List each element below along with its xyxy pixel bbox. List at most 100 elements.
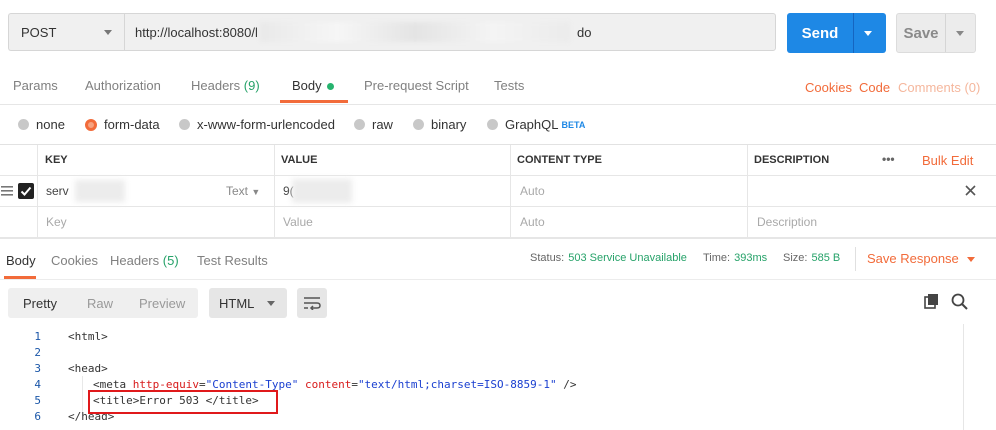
- tab-body[interactable]: Body: [292, 78, 334, 93]
- radio-graphql[interactable]: GraphQL BETA: [487, 117, 585, 132]
- radio-form-data[interactable]: form-data: [85, 117, 160, 132]
- send-options-chevron-icon[interactable]: [864, 30, 872, 36]
- chevron-down-icon: [104, 30, 112, 35]
- send-button[interactable]: Send: [787, 13, 886, 53]
- chevron-down-icon: [966, 257, 975, 263]
- line-number: 3: [34, 362, 41, 375]
- method-label: POST: [21, 24, 57, 40]
- view-pretty-button[interactable]: Pretty: [23, 296, 57, 311]
- status-value: 503 Service Unavailable: [568, 252, 687, 264]
- tab-headers[interactable]: Headers (9): [191, 78, 260, 93]
- tab-authorization[interactable]: Authorization: [85, 78, 161, 93]
- tab-body-label: Body: [292, 78, 322, 93]
- view-mode-segmented-control: Pretty Raw Preview: [8, 288, 198, 318]
- send-label: Send: [801, 24, 839, 42]
- row-content-type[interactable]: Auto: [520, 184, 545, 198]
- format-label: HTML: [219, 296, 255, 311]
- line-number: 6: [34, 410, 41, 423]
- response-body-code[interactable]: 1 <html> 2 3 <head> 4 <meta http-equiv="…: [0, 324, 996, 430]
- radio-binary[interactable]: binary: [413, 117, 466, 132]
- chevron-down-icon: ▼: [251, 187, 261, 197]
- code-line: <html>: [68, 330, 108, 343]
- response-tab-headers-count: (5): [162, 253, 179, 268]
- copy-icon[interactable]: [922, 292, 942, 312]
- body-indicator-dot-icon: [326, 83, 334, 91]
- response-tab-test-results[interactable]: Test Results: [197, 253, 268, 268]
- column-header-description: DESCRIPTION: [754, 154, 830, 166]
- comments-link[interactable]: Comments (0): [898, 80, 980, 95]
- radio-circle-icon: [179, 119, 190, 130]
- highlight-annotation-box: [88, 390, 278, 414]
- new-content-type-input[interactable]: Auto: [520, 215, 545, 229]
- radio-circle-icon: [413, 119, 424, 130]
- radio-urlencoded[interactable]: x-www-form-urlencoded: [179, 117, 335, 132]
- code-scrollbar[interactable]: [963, 324, 964, 430]
- format-select[interactable]: HTML: [209, 288, 287, 318]
- size-label: Size:: [783, 252, 808, 264]
- search-icon[interactable]: [950, 292, 970, 312]
- line-number: 2: [34, 346, 41, 359]
- drag-handle-icon[interactable]: [1, 186, 13, 196]
- delete-row-icon[interactable]: [965, 185, 976, 196]
- save-options-chevron-icon[interactable]: [956, 30, 964, 36]
- beta-badge: BETA: [561, 119, 586, 130]
- time-label: Time:: [703, 252, 731, 264]
- url-suffix: do: [577, 25, 592, 40]
- row-type-select[interactable]: Text ▼: [226, 184, 260, 198]
- line-number: 5: [34, 394, 41, 407]
- view-raw-button[interactable]: Raw: [87, 296, 113, 311]
- send-divider: [853, 13, 854, 53]
- wrap-lines-button[interactable]: [297, 288, 327, 318]
- method-select[interactable]: POST: [8, 13, 124, 51]
- save-button[interactable]: Save: [896, 13, 976, 53]
- url-input[interactable]: http://localhost:8080/l do: [124, 13, 776, 51]
- size-value: 585 B: [811, 252, 841, 264]
- new-description-input[interactable]: Description: [757, 215, 817, 229]
- radio-circle-icon: [487, 119, 498, 130]
- radio-binary-label: binary: [431, 117, 467, 132]
- new-value-input[interactable]: Value: [283, 215, 313, 229]
- tab-headers-count: (9): [243, 78, 260, 93]
- url-prefix: http://localhost:8080/l: [135, 24, 258, 40]
- request-tabs: Params Authorization Headers (9) Body Pr…: [0, 68, 996, 105]
- redacted-value: [292, 179, 352, 203]
- response-view-toolbar: Pretty Raw Preview HTML: [0, 278, 996, 324]
- column-header-key: KEY: [45, 154, 68, 166]
- time-info: Time: 393ms: [703, 252, 767, 264]
- cookies-link[interactable]: Cookies: [805, 80, 852, 95]
- radio-urlencoded-label: x-www-form-urlencoded: [197, 117, 335, 132]
- radio-circle-icon: [354, 119, 365, 130]
- row-enabled-checkbox[interactable]: [18, 183, 34, 199]
- tab-tests[interactable]: Tests: [494, 78, 524, 93]
- response-tab-cookies[interactable]: Cookies: [51, 253, 98, 268]
- radio-raw[interactable]: raw: [354, 117, 393, 132]
- form-data-table: KEY VALUE CONTENT TYPE DESCRIPTION ••• B…: [0, 144, 996, 238]
- response-tab-body[interactable]: Body: [6, 253, 36, 268]
- line-number: 1: [34, 330, 41, 343]
- save-response-button[interactable]: Save Response: [867, 251, 975, 266]
- more-options-icon[interactable]: •••: [882, 152, 895, 166]
- active-tab-indicator: [280, 100, 348, 103]
- new-key-input[interactable]: Key: [46, 215, 67, 229]
- radio-graphql-label: GraphQL: [505, 117, 559, 132]
- bulk-edit-link[interactable]: Bulk Edit: [922, 153, 973, 168]
- view-preview-button[interactable]: Preview: [139, 296, 185, 311]
- code-link[interactable]: Code: [859, 80, 890, 95]
- code-line: <head>: [68, 362, 108, 375]
- code-tag-close: />: [556, 378, 577, 391]
- response-divider: [855, 247, 856, 271]
- radio-none-label: none: [36, 117, 65, 132]
- redacted-url-segment: [260, 22, 570, 42]
- row-key-value[interactable]: serv: [46, 184, 69, 198]
- radio-selected-icon: [85, 118, 97, 131]
- tab-params[interactable]: Params: [13, 78, 58, 93]
- request-bar: POST http://localhost:8080/l do Send Sav…: [0, 0, 996, 66]
- line-number: 4: [34, 378, 41, 391]
- tab-pre-request-script[interactable]: Pre-request Script: [364, 78, 469, 93]
- code-eq: =: [351, 378, 358, 391]
- code-string: "text/html;charset=ISO-8859-1": [357, 378, 557, 391]
- response-tab-headers[interactable]: Headers (5): [110, 253, 179, 268]
- chevron-down-icon: [267, 301, 275, 306]
- radio-none[interactable]: none: [18, 117, 65, 132]
